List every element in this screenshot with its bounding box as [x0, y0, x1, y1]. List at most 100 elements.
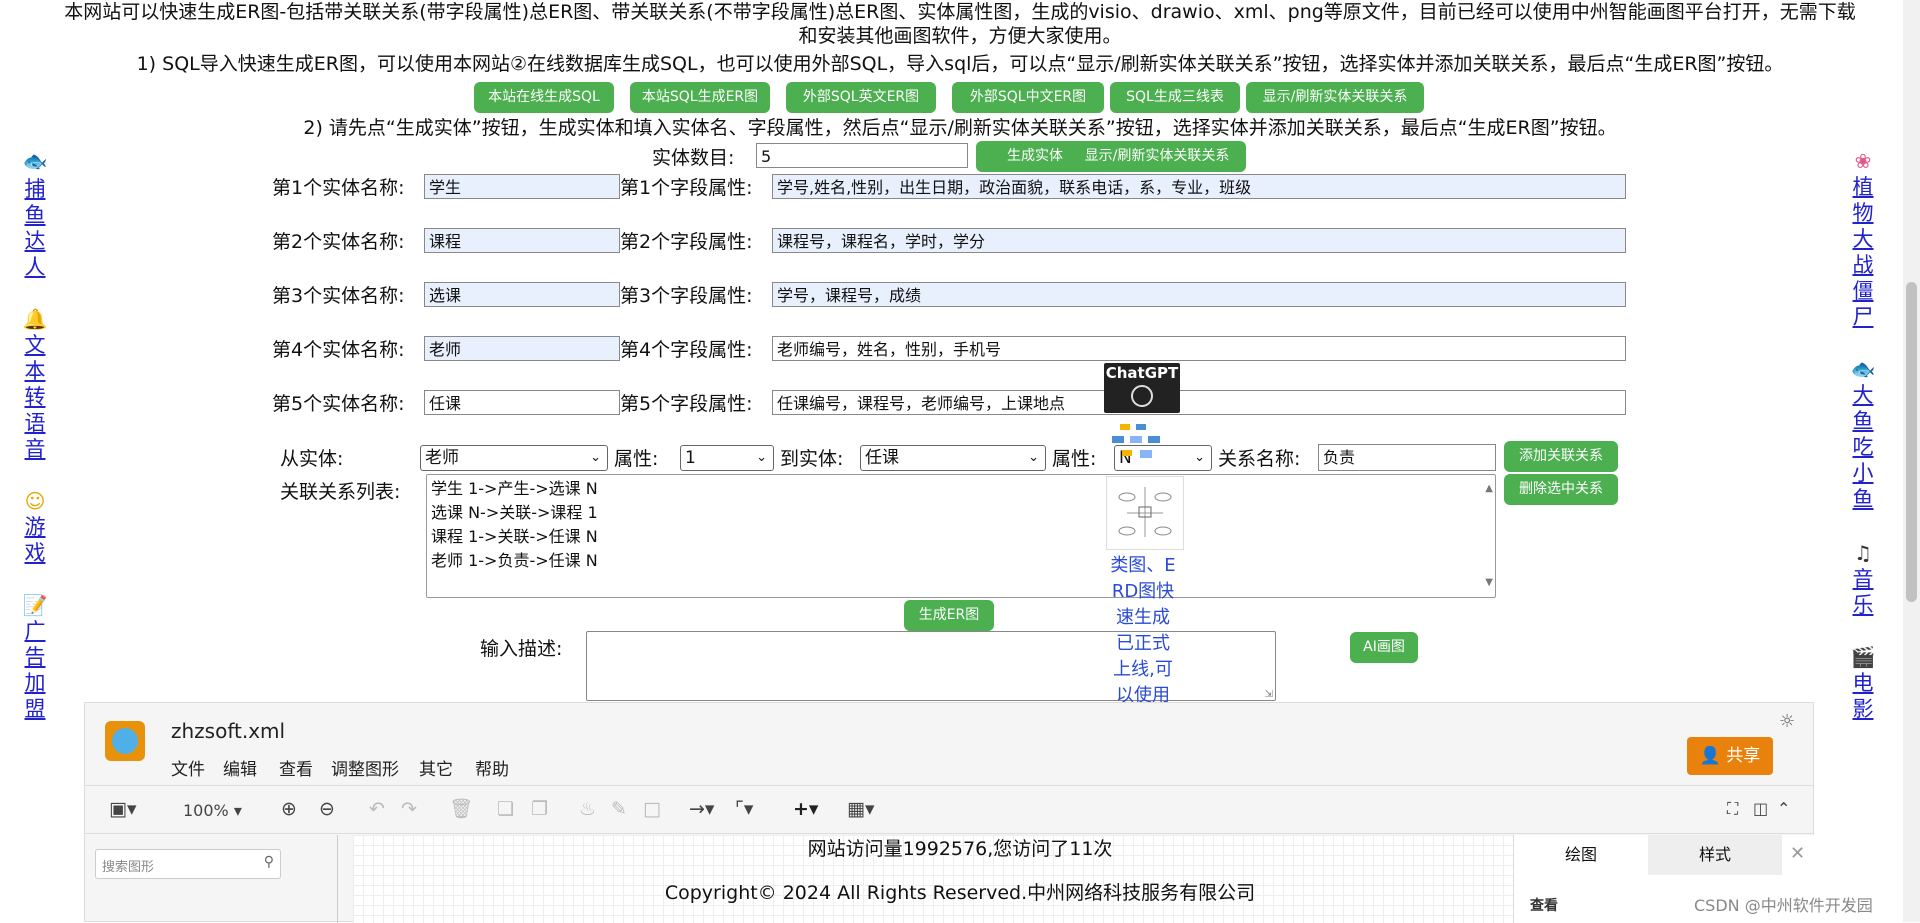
- menu-view[interactable]: 查看: [279, 755, 313, 780]
- attr1-select[interactable]: 1 ⌄: [680, 445, 774, 471]
- entity-3-fields-label: 第3个字段属性:: [620, 285, 753, 307]
- external-sql-en-er-button[interactable]: 外部SQL英文ER图: [786, 82, 936, 113]
- zoom-out-icon[interactable]: ⊖: [319, 797, 335, 821]
- waypoints-icon[interactable]: ⌜▾: [735, 797, 753, 821]
- fish-icon: 🐟: [22, 149, 48, 173]
- entity-4-fields-input[interactable]: 老师编号，姓名，性别，手机号: [772, 336, 1626, 361]
- to-entity-select[interactable]: 任课 ⌄: [860, 445, 1046, 471]
- fill-color-icon[interactable]: ♨: [579, 797, 596, 821]
- from-entity-value: 老师: [425, 448, 459, 468]
- scroll-up-icon[interactable]: ▲: [1485, 477, 1493, 501]
- sidebar-link-ad-join[interactable]: 广告加盟: [23, 618, 47, 722]
- sidebar-link-plants-zombies[interactable]: 植物大战僵尸: [1851, 174, 1875, 330]
- sidebar-link-text-to-speech[interactable]: 文本转语音: [23, 332, 47, 462]
- online-sql-button[interactable]: 本站在线生成SQL: [474, 82, 614, 113]
- generate-er-button[interactable]: 生成ER图: [904, 600, 994, 631]
- sidebar-link-games[interactable]: 游戏: [23, 514, 47, 566]
- entity-5-fields-input[interactable]: 任课编号，课程号，老师编号，上课地点: [772, 390, 1626, 415]
- sql-three-line-table-button[interactable]: SQL生成三线表: [1110, 82, 1240, 113]
- relation-item[interactable]: 学生 1->产生->选课 N: [431, 477, 1491, 501]
- menu-edit[interactable]: 编辑: [223, 755, 257, 780]
- erd-thumbnail-image[interactable]: [1106, 476, 1184, 550]
- chatgpt-logo[interactable]: ChatGPT: [1104, 363, 1180, 413]
- entity-3-fields-input[interactable]: 学号，课程号，成绩: [772, 282, 1626, 307]
- visit-counter: 网站访问量1992576,您访问了11次: [807, 838, 1113, 860]
- step2-instructions: 2) 请先点“生成实体”按钮，生成实体和填入实体名、字段属性，然后点“显示/刷新…: [303, 117, 1617, 139]
- bell-icon: 🔔: [22, 307, 48, 331]
- sidebar-link-movies[interactable]: 电影: [1851, 670, 1875, 722]
- entity-1-name-input[interactable]: 学生: [424, 174, 620, 199]
- entity-3-name-input[interactable]: 选课: [424, 282, 620, 307]
- diagram-thumbnail-image[interactable]: [1108, 422, 1168, 466]
- menu-arrange[interactable]: 调整图形: [331, 755, 399, 780]
- relation-name-input[interactable]: 负责: [1318, 444, 1496, 471]
- delete-icon[interactable]: 🗑: [449, 797, 473, 821]
- from-entity-label: 从实体:: [280, 448, 344, 470]
- entity-count-input[interactable]: 5: [756, 143, 968, 168]
- sidebar-link-music[interactable]: 音乐: [1851, 566, 1875, 618]
- entity-5-name-label: 第5个实体名称:: [272, 393, 405, 415]
- theme-sun-icon[interactable]: ☼: [1779, 711, 1795, 732]
- chevron-down-icon: ▾: [233, 801, 242, 820]
- from-entity-select[interactable]: 老师 ⌄: [420, 445, 608, 471]
- entity-4-name-label: 第4个实体名称:: [272, 339, 405, 361]
- collapse-icon[interactable]: ⌃: [1777, 797, 1790, 821]
- refresh-relations-button[interactable]: 显示/刷新实体关联关系: [1068, 141, 1246, 172]
- to-front-icon[interactable]: ❏: [497, 797, 514, 821]
- external-sql-cn-er-button[interactable]: 外部SQL中文ER图: [952, 82, 1104, 113]
- page-scrollbar[interactable]: [1903, 0, 1920, 922]
- zoom-in-icon[interactable]: ⊕: [281, 797, 297, 821]
- zoom-level[interactable]: 100% ▾: [183, 799, 242, 823]
- sidebar-link-big-fish[interactable]: 大鱼吃小鱼: [1851, 382, 1875, 512]
- fish-icon: 🐟: [1850, 357, 1876, 381]
- insert-plus-icon[interactable]: +▾: [793, 797, 818, 821]
- relation-item[interactable]: 选课 N->关联->课程 1: [431, 501, 1491, 525]
- ai-draw-button[interactable]: AI画图: [1350, 632, 1418, 663]
- intro-line-2: 和安装其他画图软件，方便大家使用。: [798, 25, 1122, 47]
- site-sql-er-button[interactable]: 本站SQL生成ER图: [630, 82, 770, 113]
- fullscreen-icon[interactable]: ⛶: [1727, 797, 1738, 821]
- user-icon: 👤: [1699, 746, 1721, 766]
- sidebar-link-fishing[interactable]: 捕鱼达人: [23, 176, 47, 280]
- scroll-down-icon[interactable]: ▼: [1485, 571, 1493, 595]
- entity-2-fields-input[interactable]: 课程号，课程名，学时，学分: [772, 228, 1626, 253]
- relation-item[interactable]: 课程 1->关联->任课 N: [431, 525, 1491, 549]
- entity-1-fields-input[interactable]: 学号,姓名,性别，出生日期，政治面貌，联系电话，系，专业，班级: [772, 174, 1626, 199]
- app-logo: [105, 721, 145, 761]
- resize-handle-icon[interactable]: ⇲: [1265, 689, 1273, 700]
- entity-5-name-input[interactable]: 任课: [424, 390, 620, 415]
- chevron-down-icon: ⌄: [756, 450, 767, 465]
- entity-2-name-input[interactable]: 课程: [424, 228, 620, 253]
- shadow-icon[interactable]: □: [643, 797, 661, 821]
- to-back-icon[interactable]: ❐: [531, 797, 548, 821]
- entity-1-fields-label: 第1个字段属性:: [620, 177, 753, 199]
- to-entity-value: 任课: [865, 448, 899, 468]
- relation-list[interactable]: 学生 1->产生->选课 N 选课 N->关联->课程 1 课程 1->关联->…: [426, 474, 1496, 598]
- share-button[interactable]: 👤 共享: [1687, 737, 1773, 775]
- refresh-relations-button-top[interactable]: 显示/刷新实体关联关系: [1246, 82, 1424, 113]
- entity-4-name-input[interactable]: 老师: [424, 336, 620, 361]
- menu-help[interactable]: 帮助: [475, 755, 509, 780]
- undo-icon[interactable]: ↶: [369, 797, 385, 821]
- promo-link[interactable]: 类图、ERD图快速生成已正式上线,可以使用: [1108, 553, 1178, 709]
- relation-list-label: 关联关系列表:: [280, 481, 401, 503]
- menu-extras[interactable]: 其它: [419, 755, 453, 780]
- format-panel-icon[interactable]: ▣▾: [109, 797, 137, 821]
- chatgpt-logo-text: ChatGPT: [1105, 364, 1179, 382]
- table-icon[interactable]: ▦▾: [847, 797, 875, 821]
- file-title[interactable]: zhzsoft.xml: [171, 719, 285, 743]
- relation-item[interactable]: 老师 1->负责->任课 N: [431, 549, 1491, 573]
- ai-description-label: 输入描述:: [480, 638, 563, 660]
- entity-2-name-label: 第2个实体名称:: [272, 231, 405, 253]
- add-relation-button[interactable]: 添加关联关系: [1504, 441, 1618, 472]
- panel-toggle-icon[interactable]: ◫: [1753, 797, 1768, 821]
- redo-icon[interactable]: ↷: [401, 797, 417, 821]
- scrollbar-thumb[interactable]: [1906, 282, 1917, 602]
- intro-line-1: 本网站可以快速生成ER图-包括带关联关系(带字段属性)总ER图、带关联关系(不带…: [64, 1, 1856, 23]
- line-color-icon[interactable]: ✎: [611, 797, 627, 821]
- delete-relation-button[interactable]: 删除选中关系: [1504, 474, 1618, 505]
- share-label: 共享: [1726, 746, 1761, 766]
- connection-icon[interactable]: →▾: [689, 797, 714, 821]
- entity-2-fields-label: 第2个字段属性:: [620, 231, 753, 253]
- menu-file[interactable]: 文件: [171, 755, 205, 780]
